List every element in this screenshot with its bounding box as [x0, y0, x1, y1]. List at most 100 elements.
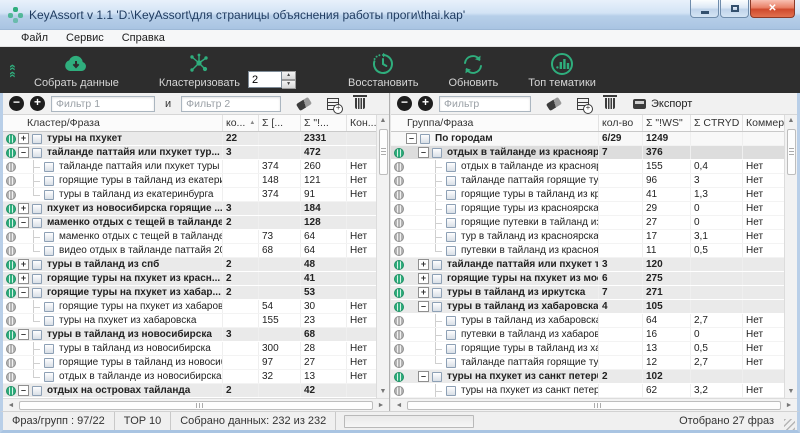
row-checkbox[interactable] — [420, 133, 430, 144]
group-row[interactable]: + пхукет из новосибирска горящие ... 3 184 — [3, 202, 376, 216]
row-checkbox[interactable] — [44, 315, 54, 326]
expand-box-icon[interactable]: + — [18, 203, 29, 214]
add-filter-button[interactable]: + — [418, 96, 433, 111]
group-row[interactable]: – По городам 6/29 1249 — [391, 132, 784, 146]
row-checkbox[interactable] — [446, 315, 456, 326]
filter-input[interactable] — [439, 95, 531, 112]
clear-filter-button[interactable] — [296, 96, 313, 111]
row-checkbox[interactable] — [446, 357, 456, 368]
delete-button[interactable] — [603, 95, 617, 109]
group-row[interactable]: – тайланде паттайя или пхукет тур... 3 472 — [3, 146, 376, 160]
expand-box-icon[interactable]: + — [418, 287, 429, 298]
filter2-input[interactable] — [181, 95, 282, 112]
row-checkbox[interactable] — [44, 343, 54, 354]
collapse-box-icon[interactable]: – — [418, 147, 429, 158]
scroll-left-icon[interactable]: ◄ — [5, 402, 17, 409]
row-checkbox[interactable] — [432, 147, 442, 158]
row-checkbox[interactable] — [44, 357, 54, 368]
row-checkbox[interactable] — [432, 287, 442, 298]
menu-item-2[interactable]: Справка — [113, 32, 174, 44]
row-checkbox[interactable] — [446, 329, 456, 340]
row-checkbox[interactable] — [446, 161, 456, 172]
scroll-thumb[interactable] — [378, 129, 388, 175]
phrase-row[interactable]: горящие туры в тайланд из екатери... 148 1… — [3, 174, 376, 188]
phrase-row[interactable]: тур в тайланд из красноярска 17 3,1 Нет — [391, 230, 784, 244]
column-header-name[interactable]: Группа/Фраза — [391, 117, 598, 129]
phrase-row[interactable]: горящие путевки в тайланд из кр... 270Нет — [391, 216, 784, 230]
resize-grip-icon[interactable] — [784, 418, 795, 430]
row-checkbox[interactable] — [446, 231, 456, 242]
row-checkbox[interactable] — [32, 217, 42, 228]
filter1-input[interactable] — [51, 95, 155, 112]
scroll-down-icon[interactable]: ▼ — [380, 386, 387, 398]
row-checkbox[interactable] — [44, 245, 54, 256]
group-row[interactable]: + горящие туры на пхукет из мос... 6 275 — [391, 272, 784, 286]
group-row[interactable]: – туры на пхукет из санкт петерб... 2 102 — [391, 370, 784, 384]
row-checkbox[interactable] — [44, 161, 54, 172]
column-header[interactable]: Σ CTRYD — [690, 115, 742, 131]
phrase-row[interactable]: горящие туры в тайланд из хабар... 130,5Н… — [391, 342, 784, 356]
minimize-button[interactable] — [690, 0, 719, 18]
column-header[interactable]: Σ "!WS" — [642, 115, 690, 131]
column-header[interactable]: Σ "!... — [300, 115, 346, 131]
phrase-row[interactable]: туры на пхукет из санкт петербурга 623,2Н… — [391, 384, 784, 398]
row-checkbox[interactable] — [446, 203, 456, 214]
expand-box-icon[interactable]: + — [18, 133, 29, 144]
cluster-count-spinner[interactable]: ▲ ▼ — [248, 71, 297, 89]
close-button[interactable]: ✕ — [750, 0, 795, 18]
row-checkbox[interactable] — [446, 385, 456, 396]
phrase-row[interactable]: маменко отдых с тещей в тайланде 73 64 Нет — [3, 230, 376, 244]
row-checkbox[interactable] — [32, 287, 42, 298]
row-checkbox[interactable] — [44, 301, 54, 312]
left-vertical-scrollbar[interactable]: ▲ ▼ — [376, 115, 389, 398]
row-checkbox[interactable] — [32, 385, 42, 396]
row-checkbox[interactable] — [32, 329, 42, 340]
row-checkbox[interactable] — [446, 175, 456, 186]
group-row[interactable]: – туры в тайланд из хабаровска 4 105 — [391, 300, 784, 314]
cluster-count-input[interactable] — [248, 71, 283, 88]
restore-button[interactable]: Восстановить — [348, 49, 418, 90]
expand-box-icon[interactable]: + — [18, 259, 29, 270]
collapse-box-icon[interactable]: – — [18, 287, 29, 298]
group-row[interactable]: – отдых в тайланде из красноярска7376 — [391, 146, 784, 160]
row-checkbox[interactable] — [44, 175, 54, 186]
phrase-row[interactable]: туры в тайланд из новосибирска 300 28 Нет — [3, 342, 376, 356]
clear-filter-button[interactable] — [545, 96, 563, 111]
collapse-box-icon[interactable]: – — [418, 371, 429, 382]
left-table-header[interactable]: Кластер/Фраза ко... ▲ Σ [... Σ "!... Кон... — [3, 115, 389, 132]
row-checkbox[interactable] — [446, 245, 456, 256]
row-checkbox[interactable] — [32, 147, 42, 158]
row-checkbox[interactable] — [44, 371, 54, 382]
right-vertical-scrollbar[interactable]: ▲ ▼ — [784, 115, 797, 398]
scroll-up-icon[interactable]: ▲ — [788, 115, 795, 127]
phrase-row[interactable]: тайланде паттайя горящие туры ... 122,7Не… — [391, 356, 784, 370]
collapse-box-icon[interactable]: – — [418, 301, 429, 312]
scroll-right-icon[interactable]: ► — [375, 402, 387, 409]
expand-box-icon[interactable]: + — [418, 259, 429, 270]
scroll-thumb[interactable] — [407, 400, 781, 410]
group-row[interactable]: + туры в тайланд из иркутска 7 271 — [391, 286, 784, 300]
right-horizontal-scrollbar[interactable]: ◄ ► — [391, 398, 797, 411]
row-checkbox[interactable] — [446, 189, 456, 200]
refresh-button[interactable]: Обновить — [448, 49, 498, 90]
group-row[interactable]: + тайланде паттайя или пхукет т... 3 120 — [391, 258, 784, 272]
scroll-up-icon[interactable]: ▲ — [380, 115, 387, 127]
group-row[interactable]: – горящие туры на пхукет из хабар... 2 53 — [3, 286, 376, 300]
collapse-box-icon[interactable]: – — [406, 133, 417, 144]
expand-box-icon[interactable]: + — [18, 273, 29, 284]
collapse-box-icon[interactable]: – — [18, 147, 29, 158]
maximize-button[interactable] — [720, 0, 749, 18]
phrase-row[interactable]: туры в тайланд из хабаровска 64 2,7 Нет — [391, 314, 784, 328]
scroll-thumb[interactable] — [786, 129, 796, 175]
phrase-row[interactable]: отдых в тайланде из красноярска 1550,4Нет — [391, 160, 784, 174]
scroll-left-icon[interactable]: ◄ — [393, 402, 405, 409]
row-checkbox[interactable] — [32, 133, 42, 144]
phrase-row[interactable]: горящие туры в тайланд из красн... 411,3Н… — [391, 188, 784, 202]
row-checkbox[interactable] — [432, 301, 442, 312]
export-button[interactable]: Экспорт — [633, 98, 692, 110]
column-header[interactable]: кол-во — [598, 115, 642, 131]
row-checkbox[interactable] — [432, 371, 442, 382]
column-header[interactable]: Кон... — [346, 115, 376, 131]
collapse-toolbar-icon[interactable]: «« — [4, 49, 20, 90]
phrase-row[interactable]: путевки в тайланд из красноярска 110,5Нет — [391, 244, 784, 258]
